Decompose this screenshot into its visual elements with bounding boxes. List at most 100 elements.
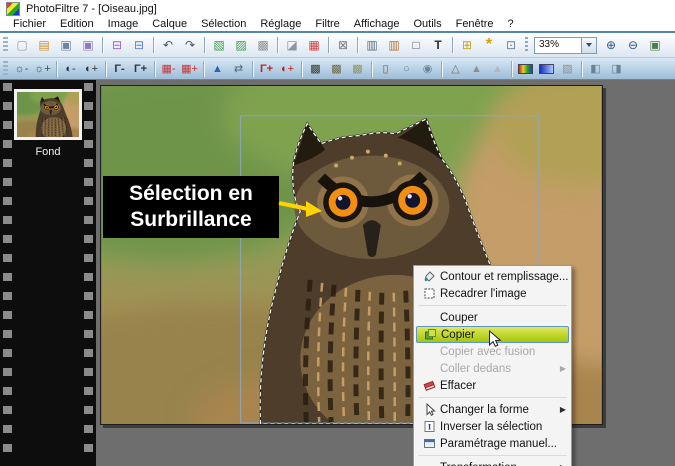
contrast-minus-icon[interactable]: ◐- xyxy=(60,60,81,78)
zoom-in-icon[interactable]: ⊕ xyxy=(600,36,622,55)
selection-tool-icon[interactable]: □ xyxy=(405,36,427,55)
toolbar-separator xyxy=(357,37,358,53)
menu-reglage[interactable]: Réglage xyxy=(253,18,308,30)
zoom-level-combo[interactable]: 33% xyxy=(534,37,597,54)
chevron-down-icon xyxy=(586,43,592,47)
antialias-icon[interactable]: ▲ xyxy=(487,60,508,78)
menu-item-transformation[interactable]: Transformation ▶ xyxy=(416,459,569,466)
levels-icon[interactable]: ⇄ xyxy=(228,60,249,78)
fullscreen-icon[interactable]: ⊡ xyxy=(500,36,522,55)
menu-fenetre[interactable]: Fenêtre xyxy=(449,18,501,30)
empty-icon-slot xyxy=(418,460,440,466)
toolbar-separator xyxy=(204,37,205,53)
photomask-mid-icon[interactable]: ▩ xyxy=(326,60,347,78)
open-image-icon[interactable]: ▤ xyxy=(33,36,55,55)
menu-item-parametrage-manuel[interactable]: Paramétrage manuel... xyxy=(416,435,569,452)
gamma-minus-icon[interactable]: Γ- xyxy=(109,60,130,78)
toolbar-grip[interactable] xyxy=(3,37,8,53)
rgb-gradient-icon[interactable] xyxy=(515,60,536,78)
layers-tree-icon[interactable]: ⊞ xyxy=(456,36,478,55)
auto-contrast-icon[interactable]: ◐+ xyxy=(277,60,298,78)
soften-icon[interactable]: ▲ xyxy=(466,60,487,78)
saturation-plus-icon[interactable]: ▦+ xyxy=(179,60,200,78)
save-icon[interactable]: ▣ xyxy=(55,36,77,55)
thumbnail-owl-image xyxy=(17,92,79,137)
menu-item-recadrer[interactable]: Recadrer l'image xyxy=(416,285,569,302)
copy-into-image-icon[interactable]: ▥ xyxy=(361,36,383,55)
toolbar-separator xyxy=(56,61,57,77)
fit-image-icon[interactable]: ▣ xyxy=(644,36,666,55)
print-icon[interactable]: ⊟ xyxy=(106,36,128,55)
gamma-plus-icon[interactable]: Γ+ xyxy=(130,60,151,78)
image-size-icon[interactable]: ▧ xyxy=(208,36,230,55)
menu-filtre[interactable]: Filtre xyxy=(308,18,346,30)
menu-item-effacer[interactable]: Effacer xyxy=(416,377,569,394)
layer-name: Fond xyxy=(0,146,96,158)
toolbar-separator xyxy=(452,37,453,53)
sharpen-icon[interactable]: ◉ xyxy=(417,60,438,78)
toolbar-grip[interactable] xyxy=(3,61,8,77)
menu-fichier[interactable]: Fichier xyxy=(6,18,53,30)
menu-edition[interactable]: Edition xyxy=(53,18,101,30)
zoom-level-value[interactable]: 33% xyxy=(534,37,582,54)
plugin-icon[interactable]: * xyxy=(478,36,500,55)
mouse-cursor xyxy=(488,330,503,350)
toolbar-separator xyxy=(581,61,582,77)
transparent-icon[interactable]: ▨ xyxy=(557,60,578,78)
blue-gradient-icon[interactable] xyxy=(536,60,557,78)
menu-item-couper[interactable]: Couper xyxy=(416,309,569,326)
toolbar-separator xyxy=(102,37,103,53)
blur-icon[interactable]: ○ xyxy=(396,60,417,78)
menu-selection[interactable]: Sélection xyxy=(194,18,253,30)
menu-item-changer-la-forme[interactable]: Changer la forme ▶ xyxy=(416,401,569,418)
photomask-light-icon[interactable]: ▩ xyxy=(347,60,368,78)
mirror-vertical-icon[interactable]: ◨ xyxy=(606,60,627,78)
auto-levels-icon[interactable]: Γ+ xyxy=(256,60,277,78)
layer-thumbnail[interactable] xyxy=(14,89,82,140)
menu-affichage[interactable]: Affichage xyxy=(347,18,407,30)
saturation-minus-icon[interactable]: ▦- xyxy=(158,60,179,78)
brightness-plus-icon[interactable]: ☼+ xyxy=(32,60,53,78)
brightness-minus-icon[interactable]: ☼- xyxy=(11,60,32,78)
color-palette-icon[interactable]: ▦ xyxy=(303,36,325,55)
page-curl-icon[interactable]: ▯ xyxy=(375,60,396,78)
menu-bar: Fichier Edition Image Calque Sélection R… xyxy=(0,17,675,31)
duplicate-image-icon[interactable]: ▩ xyxy=(252,36,274,55)
undo-icon[interactable]: ↶ xyxy=(157,36,179,55)
zoom-combo-dropdown-button[interactable] xyxy=(582,37,597,54)
menu-calque[interactable]: Calque xyxy=(145,18,194,30)
toolbar-separator xyxy=(301,61,302,77)
toolbar-separator xyxy=(525,37,528,53)
main-toolbar: ▢▤▣▣ ⊟⊟ ↶↷ ▧▨▩ ◪▦ ⊠ ▥▥□T ⊞*⊡ 33% ⊕⊖▣ xyxy=(0,33,675,58)
canvas-size-icon[interactable]: ▨ xyxy=(230,36,252,55)
menu-image[interactable]: Image xyxy=(101,18,146,30)
title-bar: PhotoFiltre 7 - [Oiseau.jpg] xyxy=(0,0,675,17)
menu-aide[interactable]: ? xyxy=(501,18,521,30)
toolbar-separator xyxy=(277,37,278,53)
zoom-out-icon[interactable]: ⊖ xyxy=(622,36,644,55)
print-preview-icon[interactable]: ⊟ xyxy=(128,36,150,55)
crop-selection-icon xyxy=(418,286,440,301)
mirror-horizontal-icon[interactable]: ◧ xyxy=(585,60,606,78)
menu-outils[interactable]: Outils xyxy=(406,18,448,30)
toolbar-separator xyxy=(511,61,512,77)
text-tool-icon[interactable]: T xyxy=(427,36,449,55)
save-as-icon[interactable]: ▣ xyxy=(77,36,99,55)
photomask-dark-icon[interactable]: ▩ xyxy=(305,60,326,78)
histogram-icon[interactable]: ▲ xyxy=(207,60,228,78)
paste-as-image-icon[interactable]: ▥ xyxy=(383,36,405,55)
callout-arrow-icon xyxy=(277,196,323,218)
submenu-arrow-icon: ▶ xyxy=(560,364,566,373)
toolbar-separator xyxy=(154,61,155,77)
empty-icon-slot xyxy=(418,310,440,325)
menu-item-contour-remplissage[interactable]: Contour et remplissage... xyxy=(416,268,569,285)
new-file-icon[interactable]: ▢ xyxy=(11,36,33,55)
menu-item-coller-dedans[interactable]: Coller dedans ▶ xyxy=(416,360,569,377)
menu-item-inverser-selection[interactable]: I Inverser la sélection xyxy=(416,418,569,435)
redo-icon[interactable]: ↷ xyxy=(179,36,201,55)
automate-module-icon[interactable]: ⊠ xyxy=(332,36,354,55)
relief-icon[interactable]: △ xyxy=(445,60,466,78)
contrast-plus-icon[interactable]: ◐+ xyxy=(81,60,102,78)
shadow-icon[interactable]: ◪ xyxy=(281,36,303,55)
invert-selection-icon: I xyxy=(418,419,440,434)
